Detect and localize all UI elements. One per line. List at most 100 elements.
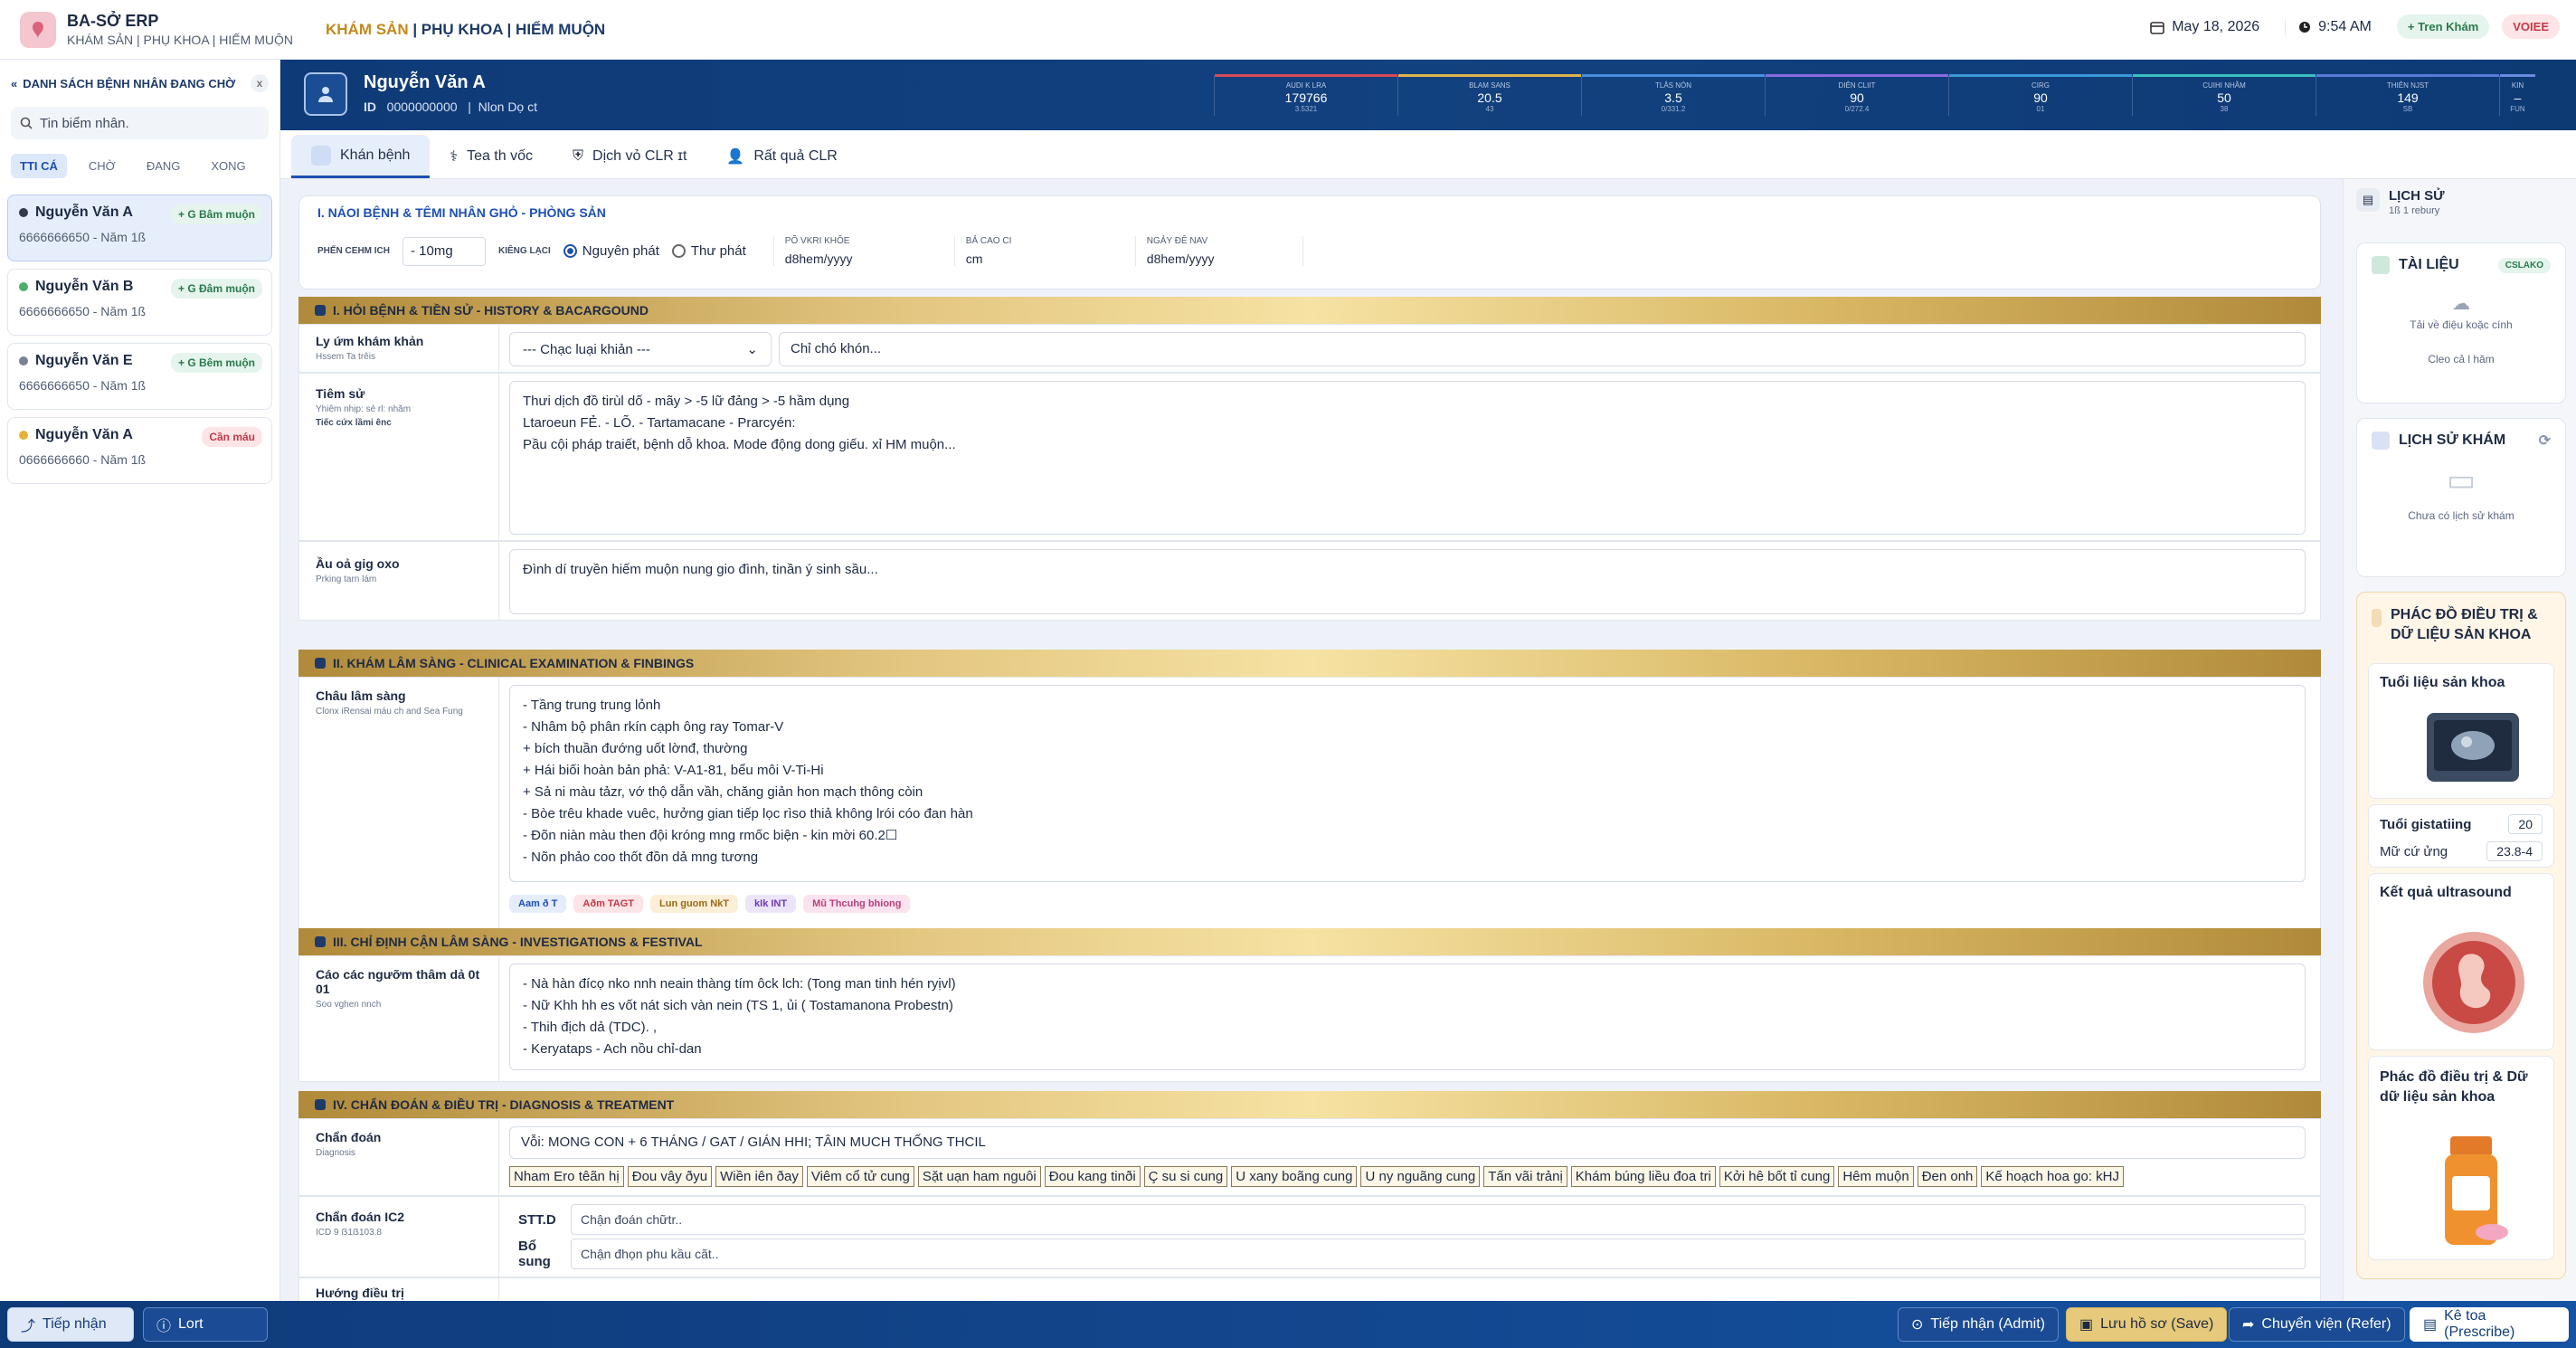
reason-select[interactable]: --- Chạc luại khiản --- ⌄ bbox=[509, 332, 772, 366]
upload-text[interactable]: Tải về điệu koặc cính bbox=[2357, 318, 2565, 331]
clinical-tag-chip[interactable]: Lun guom NkT bbox=[650, 895, 739, 913]
investigation-label: Cáo các ngưỡm thâm dả 0t 01 bbox=[316, 967, 480, 996]
close-icon[interactable]: x bbox=[251, 74, 269, 92]
field-height-label: BẢ CAO CI bbox=[965, 236, 1012, 246]
gestational-age-label: Tuổi gistatiing bbox=[2380, 816, 2472, 832]
admit-button[interactable]: ⊙ Tiếp nhận (Admit) bbox=[1898, 1307, 2059, 1342]
fundal-height-value[interactable]: 23.8-4 bbox=[2486, 841, 2543, 861]
history-icon: ▤ bbox=[2356, 188, 2380, 212]
family-history-textarea[interactable]: Đình dí truyền hiếm muộn nung gio đình, … bbox=[509, 549, 2306, 614]
queue-tab-waiting[interactable]: CHỜ bbox=[80, 154, 125, 178]
vital-unit: 01 bbox=[2036, 105, 2045, 113]
vital-value: 149 bbox=[2397, 90, 2419, 105]
patient-card[interactable]: Nguyễn Văn A 6666666650 - Năm 1ß + G Bâm m… bbox=[7, 195, 272, 261]
breadcrumb-rest[interactable]: | PHỤ KHOA | HIẾM MUỘN bbox=[409, 21, 605, 38]
vital-item: THIÊN NJST 149 SB bbox=[2316, 74, 2499, 116]
refer-label: Chuyển viện (Refer) bbox=[2261, 1316, 2391, 1332]
upload-icon[interactable]: ☁ bbox=[2357, 292, 2565, 315]
clinical-tag-chip[interactable]: Aðm TAGT bbox=[573, 895, 644, 913]
dose-input[interactable]: - 10mg bbox=[402, 236, 487, 266]
history-panel-header[interactable]: ▤ LỊCH SỬ 1ß 1 rebury bbox=[2356, 188, 2445, 216]
patient-search-input[interactable]: Tin biểm nhân. bbox=[11, 107, 269, 139]
field-date-2[interactable]: NGẢY ĐÊ NAV d8hem/yyyy bbox=[1134, 236, 1303, 266]
patient-card[interactable]: Nguyễn Văn B 6666666650 - Năm 1ß + G Đâm m… bbox=[7, 269, 272, 336]
queue-tab-all[interactable]: TTI CÁ bbox=[11, 154, 67, 178]
diagnosis-tag-chip[interactable]: Hêm muộn bbox=[1838, 1166, 1914, 1187]
patient-card[interactable]: Nguyễn Văn A 0666666660 - Năm 1ß Cần máu bbox=[7, 417, 272, 484]
medicine-bottle-icon bbox=[2445, 1136, 2508, 1245]
patient-card-sub: 0666666660 - Năm 1ß bbox=[19, 452, 147, 467]
fundal-height-label: Mữ cứ ửng bbox=[2380, 843, 2448, 859]
diagnosis-tag-chip[interactable]: Kởi hê bốt tỉ cung bbox=[1719, 1166, 1835, 1187]
icd-field-row: STT.D Chận đoán chữtr.. bbox=[509, 1204, 2306, 1235]
diagnosis-tag-chip[interactable]: Đou vây ðyu bbox=[627, 1166, 713, 1187]
queue-tab-done[interactable]: XONG bbox=[202, 154, 254, 178]
clinical-tag-chip[interactable]: Aam ð T bbox=[509, 895, 567, 913]
vital-color-bar bbox=[1215, 74, 1397, 77]
vital-unit: 43 bbox=[1485, 105, 1494, 113]
icd-field-key: STT.D bbox=[518, 1211, 556, 1228]
refer-button[interactable]: ➦ Chuyển viện (Refer) bbox=[2229, 1307, 2405, 1342]
breadcrumb: KHÁM SẢN | PHỤ KHOA | HIẾM MUỘN bbox=[326, 21, 605, 39]
clinical-tag-chip[interactable]: Mũ Thcuhg bhiong bbox=[803, 895, 911, 913]
diagnosis-tag-chip[interactable]: U xany boãng cung bbox=[1231, 1166, 1358, 1187]
diagnosis-input[interactable]: Vỗi: MONG CON + 6 THÁNG / GAT / GIÁN HHI… bbox=[509, 1126, 2306, 1159]
vital-value: 179766 bbox=[1284, 90, 1328, 105]
diagnosis-tag-chip[interactable]: Wiền iên ðay bbox=[715, 1166, 803, 1187]
tab-clr-service[interactable]: ⛨ Dịch vỏ CLR ɪt bbox=[553, 135, 706, 178]
tab-exam[interactable]: Khán bệnh bbox=[291, 135, 431, 178]
field-height[interactable]: BẢ CAO CI cm bbox=[953, 236, 1122, 266]
clinical-textarea[interactable]: - Tầng trung trung lỏnh - Nhâm bộ phân r… bbox=[509, 685, 2306, 882]
divider bbox=[498, 1119, 499, 1195]
diagnosis-tag-chip[interactable]: Đou kang tinði bbox=[1044, 1166, 1141, 1187]
prescribe-button[interactable]: ▤ Kê toa (Prescribe) bbox=[2410, 1307, 2569, 1342]
prescribe-label: Kê toa (Prescribe) bbox=[2444, 1308, 2515, 1340]
chevron-left-icon[interactable]: « bbox=[11, 77, 17, 90]
tab-vitals[interactable]: ⚕ Tea th vốc bbox=[430, 135, 553, 178]
diagnosis-tag-chip[interactable]: Đen onh bbox=[1917, 1166, 1978, 1187]
history-textarea[interactable]: Thưi dịch đồ tirùl dố - mãy > -5 lữ đảng… bbox=[509, 381, 2306, 535]
tab-clr-result[interactable]: 👤 Rất quả CLR bbox=[706, 135, 857, 178]
queue-tabs: TTI CÁ CHỜ ĐANG XONG bbox=[0, 145, 279, 187]
investigation-textarea[interactable]: - Nà hàn đícọ nko nnh neain thàng tím ôc… bbox=[509, 964, 2306, 1070]
status-pill-red[interactable]: VOIEE bbox=[2502, 14, 2560, 39]
gestation-values-panel: Tuổi gistatiing 20 Mữ cứ ửng 23.8-4 bbox=[2368, 804, 2554, 868]
vital-label: CIRG bbox=[2031, 81, 2050, 90]
diagnosis-tag-chip[interactable]: Sặt uạn ham nguôi bbox=[917, 1166, 1041, 1187]
plan-data-panel: Phác đồ điều trị & Dữ dữ liệu sản khoa bbox=[2368, 1056, 2554, 1260]
search-placeholder: Tin biểm nhân. bbox=[40, 115, 129, 131]
documents-title: TÀI LIỆU bbox=[2399, 257, 2459, 272]
diagnosis-tag-chip[interactable]: U ny nguãng cung bbox=[1360, 1166, 1481, 1187]
icd-field-input[interactable]: Chận đoán chữtr.. bbox=[571, 1204, 2306, 1235]
patient-card[interactable]: Nguyễn Văn E 6666666650 - Năm 1ß + G Bêm m… bbox=[7, 343, 272, 410]
status-pill-green[interactable]: + Tren Khám bbox=[2396, 14, 2490, 39]
field-date-1[interactable]: PÕ VKRI KHÕE d8hem/yyyy bbox=[772, 236, 942, 266]
icd-sublabel: ICD 9 ẞ1ẞ103.8 bbox=[316, 1228, 382, 1238]
section-icon bbox=[315, 658, 326, 669]
diagnosis-tag-chip[interactable]: Khám búng liều đoa tri bbox=[1570, 1166, 1716, 1187]
breadcrumb-active[interactable]: KHÁM SẢN bbox=[326, 21, 409, 38]
documents-pill[interactable]: CSLAKO bbox=[2497, 257, 2551, 273]
section-investigation-header: III. CHỈ ĐỊNH CẬN LÂM SÀNG - INVESTIGATI… bbox=[298, 928, 2321, 955]
radio-secondary[interactable]: Thư phát bbox=[671, 243, 746, 259]
reason-detail-input[interactable]: Chỉ chó khón... bbox=[779, 332, 2306, 366]
diagnosis-tag-chip[interactable]: Tấn vãi trảnị bbox=[1483, 1166, 1567, 1187]
admit-shortcut-button[interactable]: ⤴ Tiếp nhận bbox=[7, 1307, 134, 1342]
clinical-tag-chip[interactable]: kIk INT bbox=[745, 895, 797, 913]
tab-exam-label: Khán bệnh bbox=[340, 147, 411, 163]
log-button[interactable]: ⓘ Lort bbox=[143, 1307, 268, 1342]
section-clinical-header: II. KHÁM LÂM SÀNG - CLINICAL EXAMINATION… bbox=[298, 650, 2321, 677]
diagnosis-tag-chip[interactable]: Viêm cổ tử cung bbox=[806, 1166, 914, 1187]
refresh-icon[interactable]: ⟳ bbox=[2539, 432, 2551, 450]
queue-tab-in-progress[interactable]: ĐANG bbox=[137, 154, 190, 178]
diagnosis-tag-chip[interactable]: Ç su si cung bbox=[1143, 1166, 1228, 1187]
radio-primary-label: Nguyên phát bbox=[582, 243, 659, 259]
diagnosis-tag-chip[interactable]: Nham Ero têãn hị bbox=[509, 1166, 624, 1187]
diagnosis-tag-chip[interactable]: Kế hoạch hoa go: kHJ bbox=[1981, 1166, 2125, 1187]
radio-primary[interactable]: Nguyên phát bbox=[563, 243, 659, 259]
documents-link[interactable]: Cleo cả l hăm bbox=[2357, 353, 2565, 365]
history-row: Tiêm sử Yhiêm nhịp: sẻ rl: nhăm Tiếc cứx l… bbox=[298, 373, 2321, 541]
gestational-age-value[interactable]: 20 bbox=[2508, 814, 2543, 834]
save-button[interactable]: ▣ Lưu hồ sơ (Save) bbox=[2066, 1307, 2228, 1342]
icd-field-input[interactable]: Chận đhọn phu kầu cãt.. bbox=[571, 1239, 2306, 1269]
